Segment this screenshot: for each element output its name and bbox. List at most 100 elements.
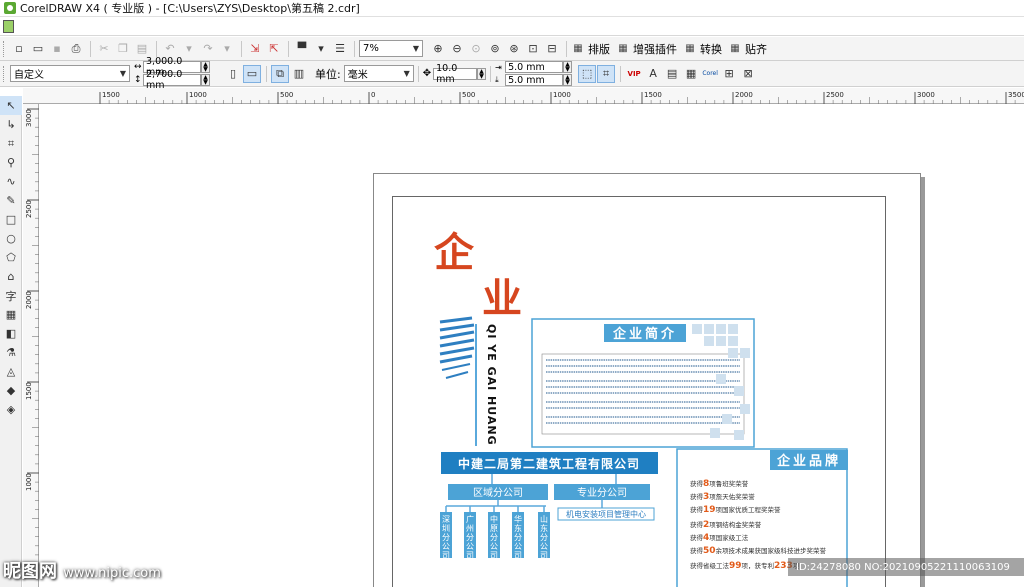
convert-button[interactable]: ▦ 转换 xyxy=(683,41,722,57)
sub-branch-label: 公 xyxy=(490,542,498,551)
fill-tool-icon[interactable]: ◆ xyxy=(0,381,22,400)
all-pages-icon[interactable]: ⧉ xyxy=(271,64,289,83)
paste-icon[interactable]: ▤ xyxy=(133,40,151,58)
landscape-icon[interactable]: ▭ xyxy=(243,64,261,83)
ruler-v-label: 2000 xyxy=(25,291,33,309)
sub-branch-label: 华 xyxy=(514,514,522,524)
sub-branch-label: 东 xyxy=(540,523,548,533)
shape-tool-icon[interactable]: ↳ xyxy=(0,115,22,134)
current-page-icon[interactable]: ▥ xyxy=(290,65,308,83)
image-plugin-icon[interactable]: ⊠ xyxy=(739,65,757,83)
sub-branch-label: 分 xyxy=(442,533,450,542)
width-icon: ↔ xyxy=(134,62,142,72)
horizontal-ruler[interactable]: 1500 1000 500 0 500 1000 1500 2000 2500 3000 3500 xyxy=(23,88,1024,104)
text-plugin-icon[interactable]: A xyxy=(644,65,662,83)
freehand-tool-icon[interactable]: ∿ xyxy=(0,172,22,191)
page-width-spinner[interactable]: ▲ ▼ xyxy=(201,61,210,73)
vertical-ruler[interactable]: 3000 2500 2000 1500 1000 xyxy=(23,104,39,587)
arrange-plugin-icon[interactable]: ⊞ xyxy=(720,65,738,83)
nudge-spinner[interactable]: ▲ ▼ xyxy=(477,67,487,80)
vip-plugin-icon[interactable]: VIP xyxy=(625,65,643,83)
snap-to-objects-icon[interactable]: ⌗ xyxy=(597,64,616,83)
polygon-tool-icon[interactable]: ⬠ xyxy=(0,248,22,267)
export-icon[interactable]: ⇱ xyxy=(265,40,283,58)
basic-shapes-tool-icon[interactable]: ⌂ xyxy=(0,267,22,286)
smart-fill-tool-icon[interactable]: ✎ xyxy=(0,191,22,210)
ellipse-tool-icon[interactable]: ○ xyxy=(0,229,22,248)
document-icon[interactable] xyxy=(3,19,14,33)
toolbar-grip[interactable] xyxy=(3,65,6,82)
dropdown-icon[interactable]: ▾ xyxy=(180,40,198,58)
units-label: 单位: xyxy=(315,67,341,81)
text-tool-icon[interactable]: 字 xyxy=(0,286,22,305)
rectangle-tool-icon[interactable]: □ xyxy=(0,210,22,229)
new-icon[interactable]: ▫ xyxy=(10,40,28,58)
enhance-plugin-button[interactable]: ▦ 增强插件 xyxy=(616,41,677,57)
ruler-v-label: 3000 xyxy=(25,109,33,127)
outline-tool-icon[interactable]: ◬ xyxy=(0,362,22,381)
zoom-level-select[interactable]: 7% ▼ xyxy=(359,40,423,57)
zoom-page-icon[interactable]: ⊛ xyxy=(505,40,523,58)
window-title: CorelDRAW X4 ( 专业版 ) - [C:\Users\ZYS\Des… xyxy=(20,2,360,15)
crop-tool-icon[interactable]: ⌗ xyxy=(0,134,22,153)
dropdown-icon[interactable]: ▾ xyxy=(312,40,330,58)
sub-branch-label: 司 xyxy=(540,551,548,560)
zoom-out-icon[interactable]: ⊖ xyxy=(448,40,466,58)
pick-tool-icon[interactable]: ↖ xyxy=(0,96,22,115)
coreldraw-app-icon xyxy=(4,2,16,14)
open-icon[interactable]: ▭ xyxy=(29,40,47,58)
toolbar-grip[interactable] xyxy=(3,40,6,57)
sub-branch-label: 公 xyxy=(540,542,548,551)
nudge-distance-field[interactable]: 10.0 mm xyxy=(433,63,478,85)
zoom-selected-icon[interactable]: ⊙ xyxy=(467,40,485,58)
sub-branch-label: 广 xyxy=(466,514,474,524)
import-icon[interactable]: ⇲ xyxy=(246,40,264,58)
qrcode-plugin-icon[interactable]: ▦ xyxy=(682,65,700,83)
print-icon[interactable]: ⎙ xyxy=(67,40,85,58)
drawing-page[interactable]: 企 业 QI YE GAI HUANG 企业简介 企业品牌 获得8项鲁班奖荣誉 … xyxy=(373,173,921,587)
drawing-canvas[interactable]: 企 业 QI YE GAI HUANG 企业简介 企业品牌 获得8项鲁班奖荣誉 … xyxy=(40,105,1024,587)
options-icon[interactable]: ☰ xyxy=(331,40,349,58)
redo-icon[interactable]: ↷ xyxy=(199,40,217,58)
portrait-icon[interactable]: ▯ xyxy=(224,65,242,83)
corel-plugin-icon[interactable]: Corel xyxy=(701,65,719,83)
regional-branch-label: 区域分公司 xyxy=(473,486,523,499)
interactive-blend-tool-icon[interactable]: ◧ xyxy=(0,324,22,343)
snap-button[interactable]: ▦ 贴齐 xyxy=(728,41,767,57)
grid-plugin-icon[interactable]: ▤ xyxy=(663,65,681,83)
treat-as-filled-icon[interactable]: ⬚ xyxy=(578,64,597,83)
units-select[interactable]: 毫米 ▼ xyxy=(343,65,414,82)
page-height-spinner[interactable]: ▲ ▼ xyxy=(201,74,210,86)
ruler-h-label: 500 xyxy=(462,91,475,99)
duplicate-x-field[interactable]: 5.0 mm xyxy=(505,61,564,73)
snap-icon: ▦ xyxy=(730,43,740,54)
duplicate-y-spinner[interactable]: ▲ ▼ xyxy=(563,74,573,86)
design-artwork[interactable]: 企 业 QI YE GAI HUANG 企业简介 企业品牌 获得8项鲁班奖荣誉获… xyxy=(374,174,922,587)
paper-preset-select[interactable]: 自定义 ▼ xyxy=(10,65,130,82)
sub-branch-label: 分 xyxy=(490,533,498,542)
page-height-field[interactable]: 2,700.0 mm xyxy=(143,69,201,91)
zoom-width-icon[interactable]: ⊡ xyxy=(524,40,542,58)
zoom-height-icon[interactable]: ⊟ xyxy=(543,40,561,58)
table-tool-icon[interactable]: ▦ xyxy=(0,305,22,324)
zoom-all-icon[interactable]: ⊚ xyxy=(486,40,504,58)
ruler-h-label: 2500 xyxy=(826,91,844,99)
interactive-fill-tool-icon[interactable]: ◈ xyxy=(0,400,22,419)
undo-icon[interactable]: ↶ xyxy=(161,40,179,58)
sub-branch-label: 州 xyxy=(466,524,474,533)
duplicate-y-field[interactable]: 5.0 mm xyxy=(505,74,564,86)
cut-icon[interactable]: ✂ xyxy=(95,40,113,58)
sub-branch-label: 司 xyxy=(490,551,498,560)
chevron-down-icon: ▼ xyxy=(403,69,410,78)
copy-icon[interactable]: ❐ xyxy=(114,40,132,58)
eyedropper-tool-icon[interactable]: ⚗ xyxy=(0,343,22,362)
zoom-tool-icon[interactable]: ⚲ xyxy=(0,153,22,172)
save-icon[interactable]: ▪ xyxy=(48,40,66,58)
sub-branch-label: 圳 xyxy=(442,523,450,533)
application-launcher-icon[interactable]: ▀ xyxy=(293,40,311,58)
ruler-h-label: 1500 xyxy=(102,91,120,99)
zoom-in-icon[interactable]: ⊕ xyxy=(429,40,447,58)
layout-button[interactable]: ▦ 排版 xyxy=(571,41,610,57)
dropdown-icon[interactable]: ▾ xyxy=(218,40,236,58)
duplicate-x-spinner[interactable]: ▲ ▼ xyxy=(563,61,573,73)
